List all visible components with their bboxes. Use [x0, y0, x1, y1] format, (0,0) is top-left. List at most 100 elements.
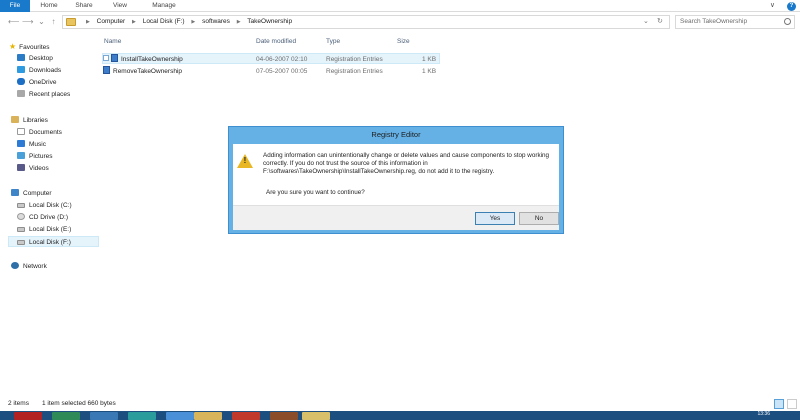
- nav-computer[interactable]: Computer: [11, 188, 52, 199]
- details-view-icon[interactable]: [774, 399, 784, 409]
- dialog-message: Adding information can unintentionally c…: [263, 152, 549, 175]
- videos-icon: [17, 164, 25, 171]
- status-selection: 1 item selected 660 bytes: [42, 400, 116, 407]
- taskbar-clock[interactable]: 13:36: [757, 411, 770, 418]
- breadcrumb-computer[interactable]: Computer: [97, 18, 126, 25]
- nav-item-local-disk-c[interactable]: Local Disk (C:): [17, 200, 72, 211]
- nav-item-desktop[interactable]: Desktop: [17, 53, 53, 64]
- nav-item-local-disk-f[interactable]: Local Disk (F:): [8, 236, 99, 247]
- folder-icon: [66, 18, 76, 26]
- dialog-body: ! Adding information can unintentionally…: [233, 144, 559, 230]
- registry-file-icon: [103, 66, 110, 74]
- taskbar-app-icon[interactable]: [166, 412, 194, 420]
- large-icons-view-icon[interactable]: [787, 399, 797, 409]
- expand-ribbon-chevron-icon[interactable]: ∨: [770, 2, 775, 9]
- checkbox-icon[interactable]: [103, 55, 109, 61]
- documents-icon: [17, 128, 25, 135]
- column-header-name[interactable]: Name: [104, 38, 121, 45]
- file-size: 1 KB: [422, 68, 437, 75]
- file-name: InstallTakeOwnership: [121, 56, 183, 63]
- dialog-title: Registry Editor: [371, 130, 421, 139]
- nav-libraries[interactable]: Libraries: [11, 115, 48, 126]
- breadcrumb-local-disk-f[interactable]: Local Disk (F:): [143, 18, 185, 25]
- status-item-count: 2 items: [8, 400, 29, 407]
- recent-locations-chevron-icon[interactable]: ⌄: [36, 16, 47, 27]
- computer-icon: [11, 189, 19, 196]
- downloads-icon: [17, 66, 25, 73]
- drive-icon: [17, 240, 25, 245]
- up-arrow-icon[interactable]: ↑: [48, 16, 59, 27]
- nav-item-music[interactable]: Music: [17, 139, 46, 150]
- status-bar: 2 items 1 item selected 660 bytes: [0, 398, 800, 410]
- tab-share[interactable]: Share: [68, 0, 100, 12]
- breadcrumb-takeownership[interactable]: TakeOwnership: [247, 18, 292, 25]
- registry-file-icon: [111, 54, 118, 62]
- dialog-question: Are you sure you want to continue?: [266, 189, 365, 196]
- file-type: Registration Entries: [326, 56, 383, 63]
- drive-icon: [17, 227, 25, 232]
- taskbar-app-icon[interactable]: [90, 412, 118, 420]
- onedrive-icon: [17, 78, 25, 85]
- yes-button[interactable]: Yes: [475, 212, 515, 225]
- ribbon-controls: ∨ ?: [760, 0, 796, 12]
- column-header-date-modified[interactable]: Date modified: [256, 38, 296, 45]
- drive-icon: [17, 203, 25, 208]
- file-name: RemoveTakeOwnership: [113, 68, 183, 75]
- recent-places-icon: [17, 90, 25, 97]
- tab-view[interactable]: View: [104, 0, 136, 12]
- navigation-pane: ★ Favourites Desktop Downloads OneDrive R…: [0, 33, 100, 388]
- table-row[interactable]: RemoveTakeOwnership 07-05-2007 00:05 Reg…: [102, 66, 440, 77]
- tab-file[interactable]: File: [0, 0, 30, 12]
- address-bar[interactable]: ▶ Computer ▶ Local Disk (F:) ▶ softwares…: [62, 15, 670, 29]
- search-input[interactable]: Search TakeOwnership: [675, 15, 795, 29]
- table-row[interactable]: InstallTakeOwnership 04-06-2007 02:10 Re…: [102, 53, 440, 64]
- nav-item-documents[interactable]: Documents: [17, 127, 62, 138]
- taskbar-app-icon[interactable]: [232, 412, 260, 420]
- address-row: ⟵ ⟶ ⌄ ↑ ▶ Computer ▶ Local Disk (F:) ▶ s…: [0, 13, 800, 31]
- nav-item-pictures[interactable]: Pictures: [17, 151, 52, 162]
- tab-manage[interactable]: Manage: [144, 0, 184, 12]
- search-icon[interactable]: [784, 18, 791, 25]
- search-placeholder: Search TakeOwnership: [680, 18, 748, 25]
- nav-item-recent-places[interactable]: Recent places: [17, 89, 70, 100]
- registry-editor-dialog: Registry Editor ! Adding information can…: [228, 126, 564, 234]
- back-arrow-icon[interactable]: ⟵: [8, 16, 19, 27]
- help-icon[interactable]: ?: [787, 2, 796, 11]
- file-type: Registration Entries: [326, 68, 383, 75]
- refresh-icon[interactable]: ↻: [657, 16, 663, 28]
- pictures-icon: [17, 152, 25, 159]
- column-header-size[interactable]: Size: [397, 38, 410, 45]
- file-date: 04-06-2007 02:10: [256, 56, 308, 63]
- desktop-icon: [17, 54, 25, 61]
- nav-item-cd-drive-d[interactable]: CD Drive (D:): [17, 212, 68, 223]
- nav-item-videos[interactable]: Videos: [17, 163, 49, 174]
- nav-item-onedrive[interactable]: OneDrive: [17, 77, 56, 88]
- libraries-icon: [11, 116, 19, 123]
- taskbar-app-icon[interactable]: [52, 412, 80, 420]
- taskbar-explorer-icon[interactable]: [194, 412, 222, 420]
- taskbar-app-icon[interactable]: [128, 412, 156, 420]
- dialog-footer: Yes No: [233, 205, 559, 230]
- file-date: 07-05-2007 00:05: [256, 68, 308, 75]
- column-header-type[interactable]: Type: [326, 38, 340, 45]
- taskbar-app-icon[interactable]: [270, 412, 298, 420]
- taskbar-app-icon[interactable]: [302, 412, 330, 420]
- breadcrumb: ▶ Computer ▶ Local Disk (F:) ▶ softwares…: [86, 18, 293, 25]
- address-dropdown-icon[interactable]: ⌄: [643, 16, 649, 28]
- forward-arrow-icon[interactable]: ⟶: [22, 16, 33, 27]
- nav-item-local-disk-e[interactable]: Local Disk (E:): [17, 224, 71, 235]
- nav-network[interactable]: Network: [11, 261, 47, 272]
- warning-icon-mark: !: [243, 156, 247, 165]
- no-button[interactable]: No: [519, 212, 559, 225]
- taskbar: 13:36: [0, 411, 800, 420]
- breadcrumb-softwares[interactable]: softwares: [202, 18, 230, 25]
- music-icon: [17, 140, 25, 147]
- nav-item-downloads[interactable]: Downloads: [17, 65, 61, 76]
- file-size: 1 KB: [422, 56, 437, 63]
- star-icon: ★: [9, 42, 17, 51]
- ribbon-tabs: File Home Share View Manage ∨ ?: [0, 0, 800, 12]
- nav-favourites[interactable]: ★ Favourites: [9, 41, 50, 52]
- cd-drive-icon: [17, 213, 25, 220]
- tab-home[interactable]: Home: [34, 0, 64, 12]
- taskbar-app-icon[interactable]: [14, 412, 42, 420]
